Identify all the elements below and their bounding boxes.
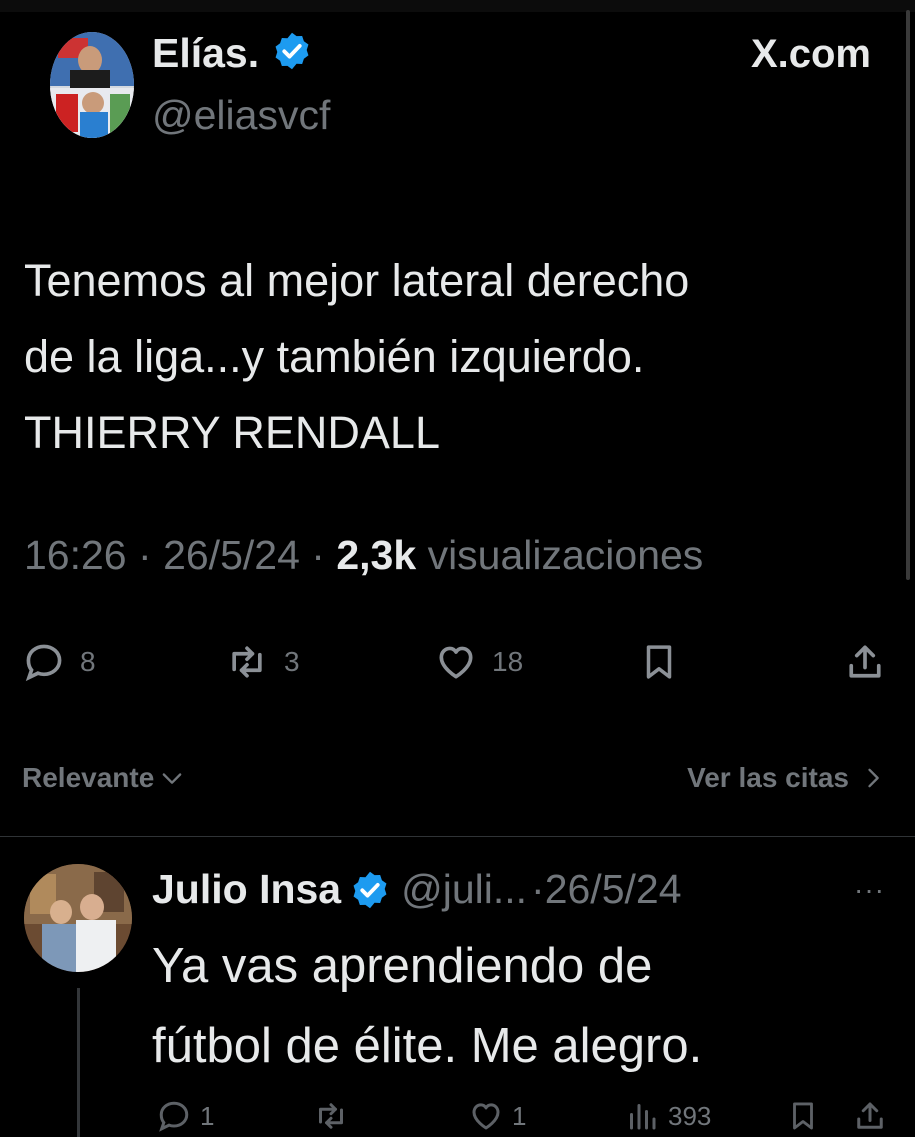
- reply-icon: [159, 1101, 189, 1132]
- tweet-text: Tenemos al mejor lateral derecho de la l…: [24, 243, 884, 471]
- bookmark-icon: [646, 645, 672, 679]
- reply-text-line: Ya vas aprendiendo de: [152, 939, 653, 993]
- reply-author-row[interactable]: Julio Insa @juli... ·26/5/24: [152, 866, 682, 913]
- tweet-text-line: de la liga...y también izquierdo.: [24, 331, 645, 382]
- reply-bookmark-button[interactable]: [786, 1098, 820, 1134]
- chevron-down-icon: [162, 773, 182, 784]
- share-icon: [857, 1102, 883, 1129]
- meta-separator: ·: [311, 532, 325, 578]
- reply-views-button[interactable]: 393: [624, 1098, 711, 1134]
- share-button[interactable]: [842, 640, 888, 684]
- meta-separator: ·: [138, 532, 152, 578]
- reply-text-line: fútbol de élite. Me alegro.: [152, 1019, 703, 1073]
- reply-author-handle[interactable]: @juli...: [401, 866, 527, 913]
- retweet-icon: [232, 646, 262, 678]
- sort-dropdown[interactable]: Relevante: [22, 762, 186, 794]
- tweet-text-line: Tenemos al mejor lateral derecho: [24, 255, 690, 306]
- tweet-time[interactable]: 16:26: [24, 532, 127, 578]
- views-label: visualizaciones: [427, 532, 704, 578]
- like-count: 18: [492, 646, 524, 677]
- views-count: 2,3k: [336, 532, 417, 578]
- view-quotes-link[interactable]: Ver las citas: [687, 762, 887, 794]
- reply-share-button[interactable]: [852, 1098, 888, 1134]
- verified-badge-icon: [271, 30, 313, 82]
- reply-like-count: 1: [512, 1100, 527, 1131]
- reply-retweet-button[interactable]: [312, 1098, 350, 1134]
- reply-icon: [25, 644, 62, 682]
- tweet-meta: 16:26 · 26/5/24 · 2,3k visualizaciones: [24, 532, 703, 579]
- author-name[interactable]: Elías.: [152, 30, 259, 76]
- top-edge: [0, 0, 915, 12]
- author-handle[interactable]: @eliasvcf: [152, 92, 330, 139]
- tweet-text-line: THIERRY RENDALL: [24, 407, 440, 458]
- reply-author-name[interactable]: Julio Insa: [152, 866, 341, 913]
- views-icon: [630, 1104, 656, 1130]
- reply-reply-count: 1: [200, 1100, 215, 1131]
- author-avatar[interactable]: [50, 32, 134, 138]
- bookmark-button[interactable]: [638, 640, 680, 684]
- retweet-count: 3: [284, 646, 300, 677]
- quotes-label: Ver las citas: [687, 762, 849, 793]
- reply-author-avatar[interactable]: [24, 864, 132, 972]
- like-icon: [472, 1103, 500, 1130]
- share-icon: [849, 645, 881, 678]
- author-name-row[interactable]: Elías.: [152, 30, 313, 82]
- more-icon[interactable]: ···: [854, 874, 885, 906]
- reply-views-count: 393: [668, 1100, 712, 1131]
- retweet-button[interactable]: 3: [224, 640, 300, 684]
- reply-like-button[interactable]: 1: [468, 1098, 526, 1134]
- scrollbar[interactable]: [906, 10, 910, 580]
- retweet-icon: [319, 1103, 343, 1129]
- sort-label: Relevante: [22, 762, 155, 793]
- reply-text: Ya vas aprendiendo de fútbol de élite. M…: [152, 926, 702, 1086]
- thread-line: [77, 988, 80, 1137]
- like-button[interactable]: 18: [434, 640, 523, 684]
- reply-reply-button[interactable]: 1: [156, 1098, 214, 1134]
- bookmark-icon: [793, 1102, 813, 1130]
- chevron-right-icon: [868, 768, 879, 788]
- site-label: X.com: [750, 32, 871, 76]
- like-icon: [439, 646, 473, 679]
- reply-button[interactable]: 8: [22, 640, 96, 684]
- tweet-date[interactable]: 26/5/24: [163, 532, 300, 578]
- reply-date[interactable]: ·26/5/24: [531, 866, 681, 913]
- reply-count: 8: [80, 646, 96, 677]
- divider: [0, 836, 915, 837]
- verified-badge-icon: [353, 871, 387, 908]
